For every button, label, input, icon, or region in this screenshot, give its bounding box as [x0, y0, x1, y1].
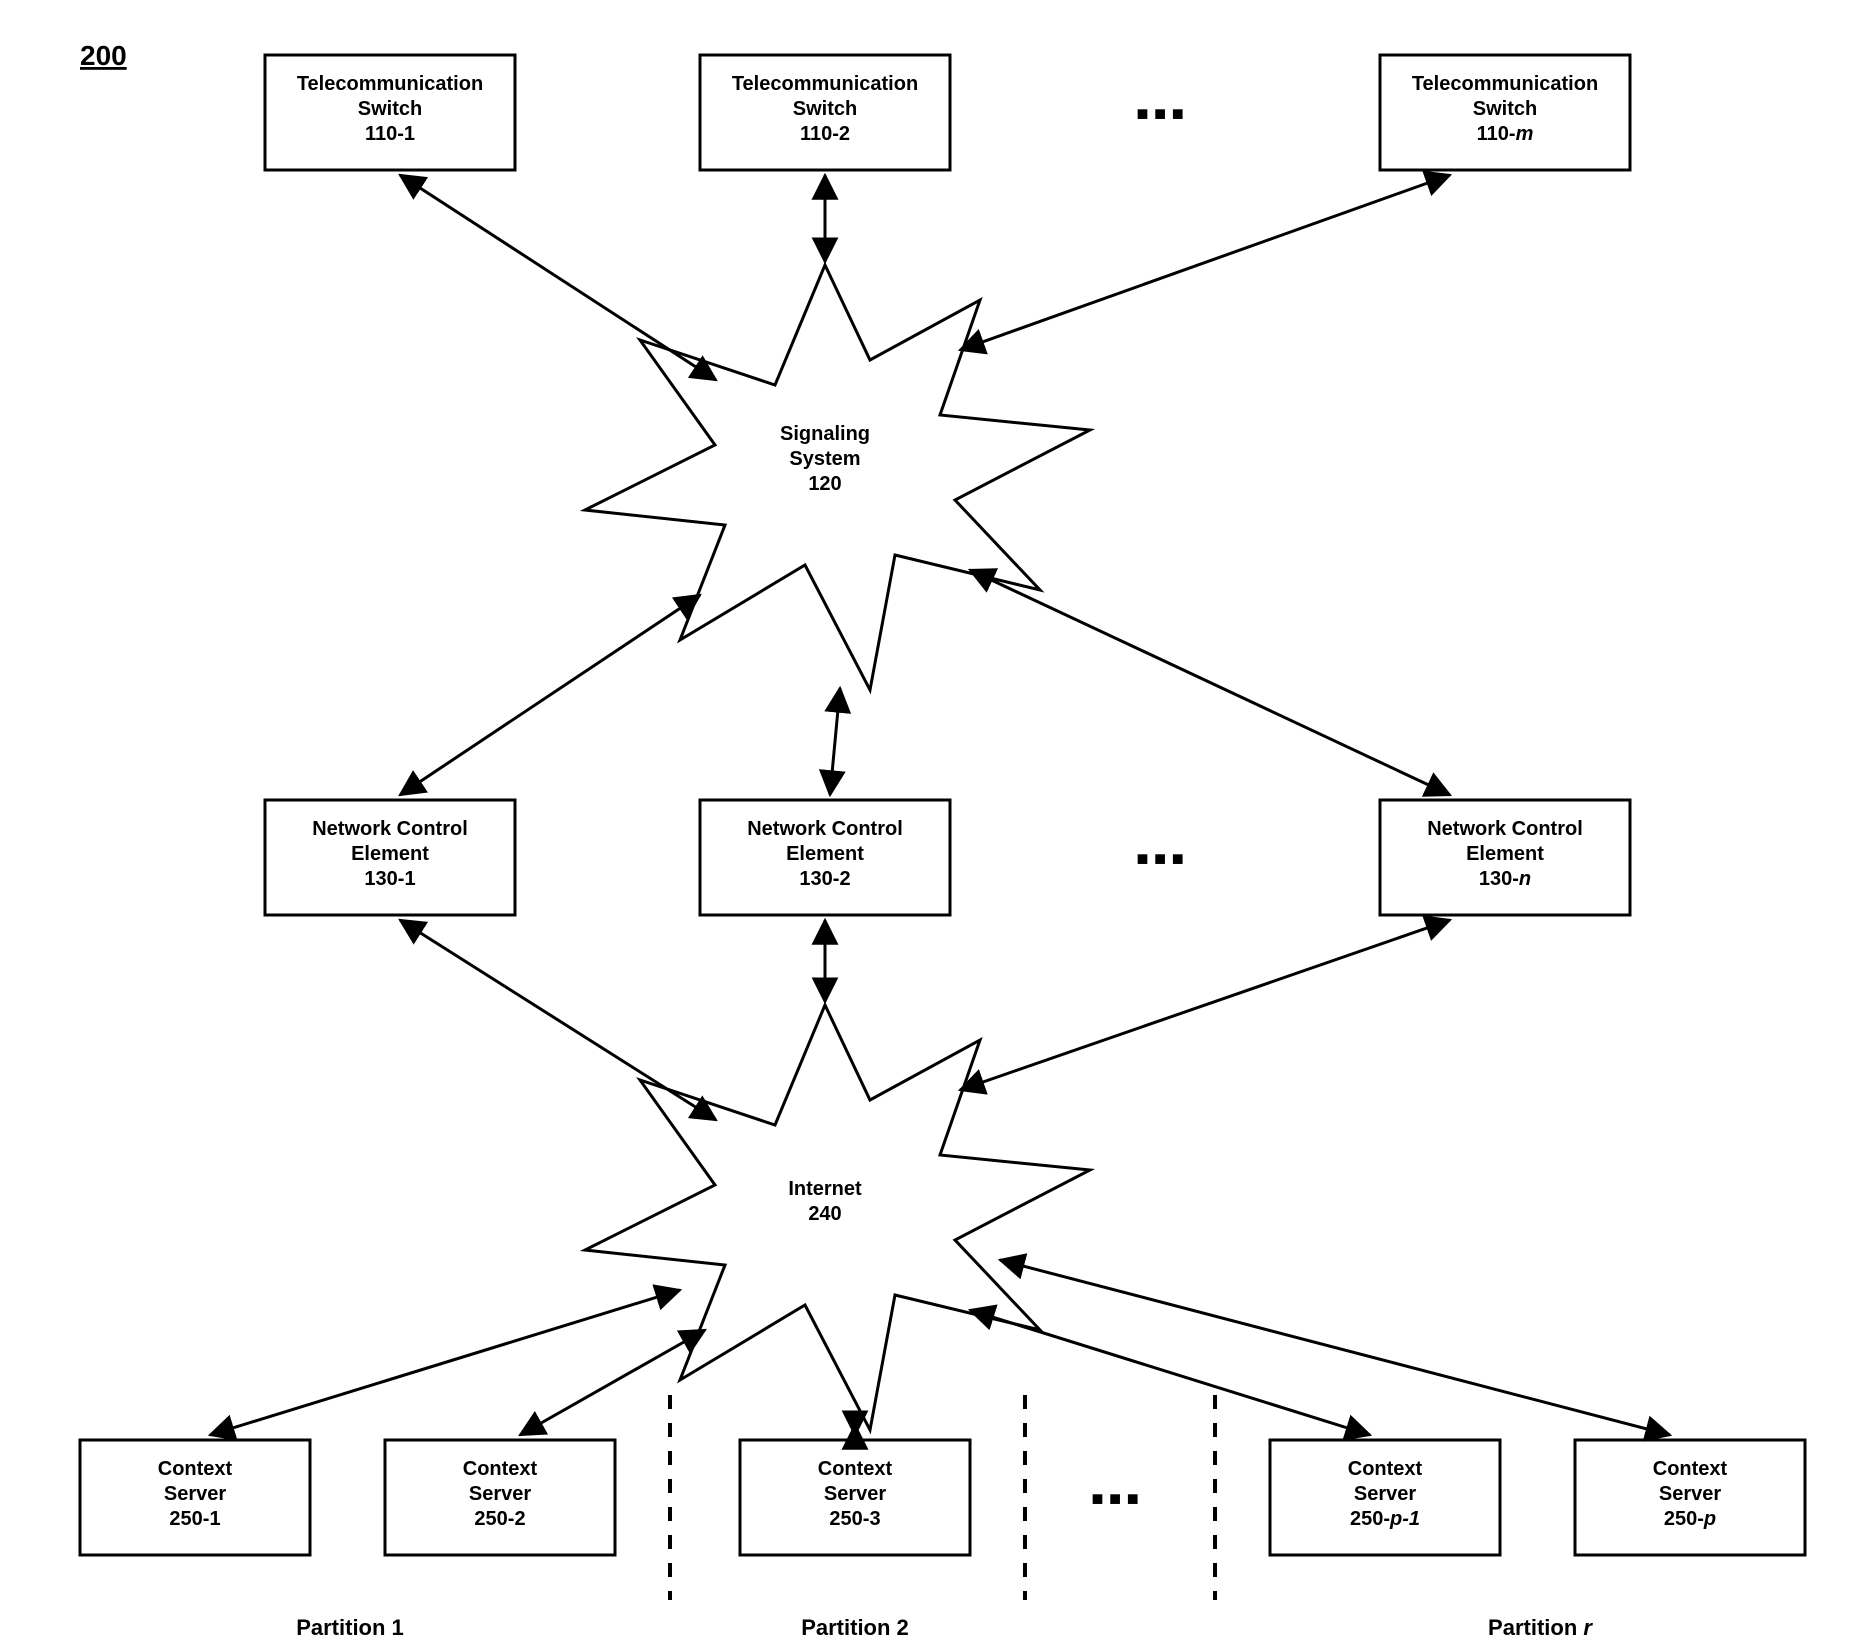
- nce-n-id: 130-n: [1479, 868, 1531, 890]
- cs2-l1: Context: [463, 1458, 538, 1480]
- nce-2-line1: Network Control: [747, 818, 903, 840]
- switch-2-id: 110-2: [800, 123, 850, 145]
- nce-2-id: 130-2: [799, 868, 850, 890]
- conn-sig-nce1: [400, 595, 700, 795]
- conn-int-csp1: [970, 1310, 1370, 1435]
- telecom-switch-m: Telecommunication Switch 110-m: [1380, 55, 1630, 170]
- switch-m-id: 110-m: [1477, 123, 1534, 145]
- conn-sw1-sig: [400, 175, 716, 380]
- nce-n-line2: Element: [1466, 843, 1544, 865]
- csp-id: 250-p: [1664, 1508, 1716, 1530]
- conn-swm-sig: [960, 175, 1450, 350]
- signaling-line2: System: [789, 448, 860, 470]
- conn-int-csp: [1000, 1260, 1670, 1435]
- csp-l1: Context: [1653, 1458, 1728, 1480]
- csp1-id: 250-p-1: [1350, 1508, 1420, 1530]
- conn-nce1-int: [400, 920, 716, 1120]
- context-server-1: Context Server 250-1: [80, 1440, 310, 1555]
- csp1-l1: Context: [1348, 1458, 1423, 1480]
- nce-1-line2: Element: [351, 843, 429, 865]
- diagram-canvas: 200 Telecommunication Switch 110-1 Telec…: [0, 0, 1875, 1651]
- nce-n-line1: Network Control: [1427, 818, 1583, 840]
- nce-1-id: 130-1: [364, 868, 415, 890]
- internet-line1: Internet: [788, 1178, 862, 1200]
- nce-1-line1: Network Control: [312, 818, 468, 840]
- telecom-switch-2: Telecommunication Switch 110-2: [700, 55, 950, 170]
- partition-2-label: Partition 2: [801, 1615, 909, 1640]
- nce-1: Network Control Element 130-1: [265, 800, 515, 915]
- nce-n: Network Control Element 130-n: [1380, 800, 1630, 915]
- context-server-2: Context Server 250-2: [385, 1440, 615, 1555]
- partition-r-label: Partition r: [1488, 1615, 1593, 1640]
- signaling-id: 120: [808, 473, 841, 495]
- server-ellipsis: ■ ■ ■: [1091, 1488, 1138, 1510]
- nce-2: Network Control Element 130-2: [700, 800, 950, 915]
- signaling-system: Signaling System 120: [585, 265, 1090, 690]
- switch-2-line1: Telecommunication: [732, 73, 918, 95]
- context-server-p-1: Context Server 250-p-1: [1270, 1440, 1500, 1555]
- conn-sig-nce2: [830, 688, 840, 795]
- context-server-3: Context Server 250-3: [740, 1440, 970, 1555]
- conn-int-cs2: [520, 1330, 705, 1435]
- cs3-l2: Server: [824, 1483, 886, 1505]
- csp1-l2: Server: [1354, 1483, 1416, 1505]
- nce-2-line2: Element: [786, 843, 864, 865]
- switch-ellipsis: ■ ■ ■: [1136, 103, 1183, 125]
- internet-cloud: Internet 240: [585, 1005, 1090, 1430]
- cs1-l2: Server: [164, 1483, 226, 1505]
- cs2-l2: Server: [469, 1483, 531, 1505]
- switch-1-line1: Telecommunication: [297, 73, 483, 95]
- internet-id: 240: [808, 1203, 841, 1225]
- switch-2-line2: Switch: [793, 98, 857, 120]
- switch-1-id: 110-1: [365, 123, 415, 145]
- figure-number: 200: [80, 40, 127, 71]
- cs1-l1: Context: [158, 1458, 233, 1480]
- context-server-p: Context Server 250-p: [1575, 1440, 1805, 1555]
- cs1-id: 250-1: [169, 1508, 220, 1530]
- cs2-id: 250-2: [474, 1508, 525, 1530]
- conn-sig-ncen: [970, 570, 1450, 795]
- cs3-id: 250-3: [829, 1508, 880, 1530]
- switch-m-line1: Telecommunication: [1412, 73, 1598, 95]
- signaling-line1: Signaling: [780, 423, 870, 445]
- conn-ncen-int: [960, 920, 1450, 1090]
- switch-m-line2: Switch: [1473, 98, 1537, 120]
- cs3-l1: Context: [818, 1458, 893, 1480]
- csp-l2: Server: [1659, 1483, 1721, 1505]
- telecom-switch-1: Telecommunication Switch 110-1: [265, 55, 515, 170]
- conn-int-cs1: [210, 1290, 680, 1435]
- partition-1-label: Partition 1: [296, 1615, 404, 1640]
- nce-ellipsis: ■ ■ ■: [1136, 848, 1183, 870]
- switch-1-line2: Switch: [358, 98, 422, 120]
